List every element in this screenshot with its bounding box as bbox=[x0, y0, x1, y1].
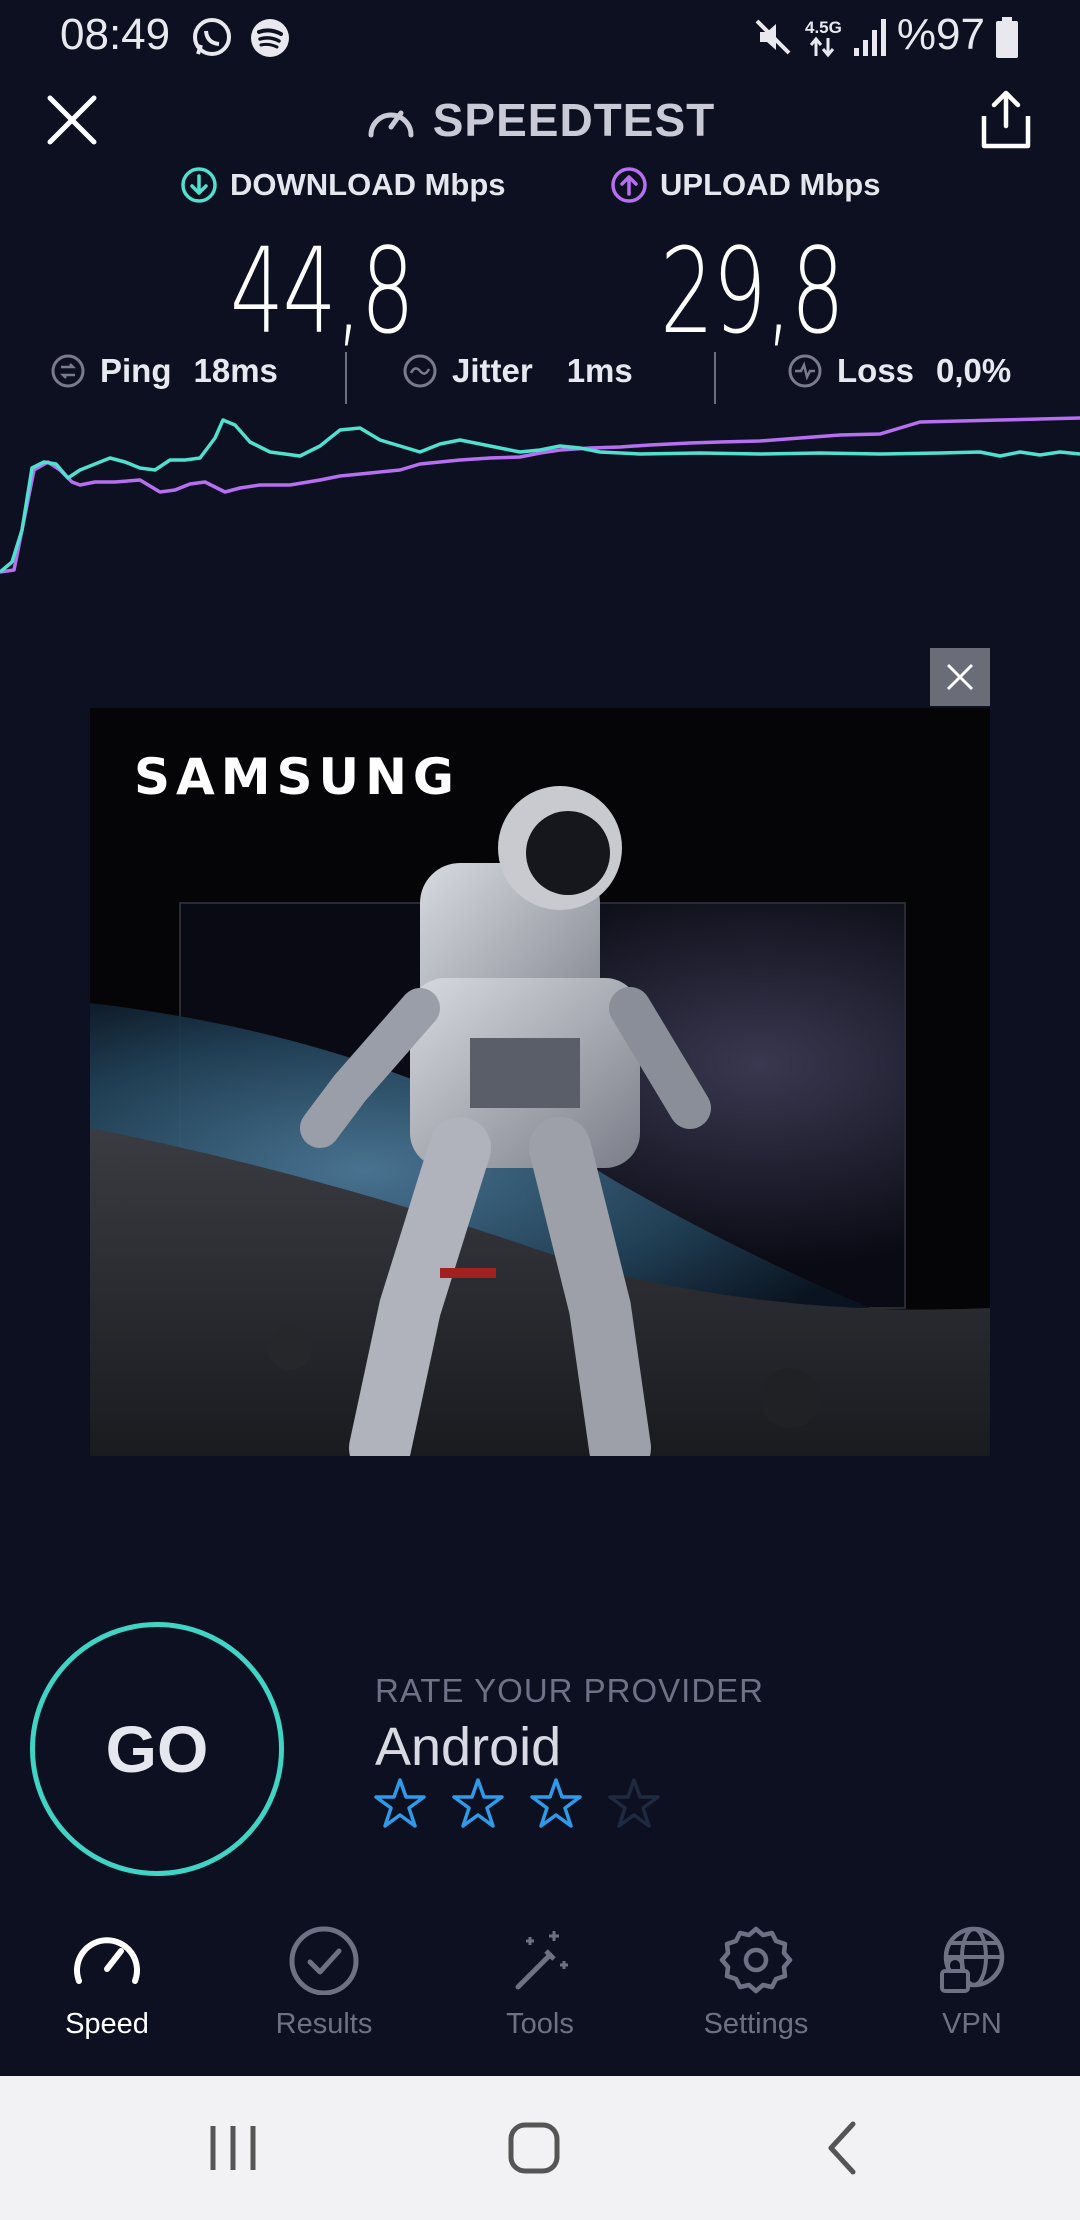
ad-close-button[interactable] bbox=[930, 648, 990, 706]
upload-arrow-icon bbox=[611, 167, 647, 203]
ping-icon bbox=[51, 354, 85, 388]
samsung-logo: SAMSUNG bbox=[134, 748, 460, 806]
star-icon[interactable] bbox=[606, 1776, 662, 1832]
upload-value: 29,8 bbox=[660, 222, 845, 360]
share-button[interactable] bbox=[976, 88, 1036, 152]
mute-icon bbox=[755, 19, 791, 55]
ping-value: 18ms bbox=[193, 352, 278, 389]
nav-vpn[interactable]: VPN bbox=[897, 1925, 1047, 2041]
download-value: 44,8 bbox=[230, 222, 415, 360]
star-icon[interactable] bbox=[372, 1776, 428, 1832]
ping-stat: Ping 18ms bbox=[50, 352, 278, 390]
jitter-stat: Jitter 1ms bbox=[402, 352, 633, 390]
checkmark-circle-icon bbox=[289, 1926, 359, 1996]
jitter-icon bbox=[403, 354, 437, 388]
download-label: DOWNLOAD Mbps bbox=[230, 167, 506, 202]
upload-label: UPLOAD Mbps bbox=[660, 167, 881, 202]
loss-stat: Loss 0,0% bbox=[787, 352, 1011, 390]
spotify-icon bbox=[251, 19, 289, 57]
back-button[interactable] bbox=[815, 2120, 871, 2176]
nav-results[interactable]: Results bbox=[249, 1925, 399, 2041]
home-button[interactable] bbox=[506, 2120, 562, 2176]
magic-wand-icon bbox=[515, 1931, 568, 1990]
jitter-value: 1ms bbox=[566, 352, 633, 389]
upload-line bbox=[0, 416, 1080, 574]
speedometer-logo-icon bbox=[368, 110, 414, 138]
signal-icon bbox=[854, 19, 886, 56]
star-icon[interactable] bbox=[450, 1776, 506, 1832]
nav-speed[interactable]: Speed bbox=[32, 1925, 182, 2041]
nav-tools[interactable]: Tools bbox=[465, 1925, 615, 2041]
loss-label: Loss bbox=[837, 352, 915, 389]
upload-header: UPLOAD Mbps bbox=[610, 166, 880, 204]
go-button[interactable]: GO bbox=[30, 1622, 284, 1876]
provider-name: Android bbox=[375, 1717, 562, 1777]
nav-vpn-label: VPN bbox=[942, 2008, 1002, 2040]
nav-speed-label: Speed bbox=[65, 2008, 149, 2040]
page-title: SPEEDTEST bbox=[432, 94, 716, 146]
recent-apps-button[interactable] bbox=[205, 2120, 261, 2176]
speedometer-icon bbox=[74, 1937, 140, 1984]
rate-provider-label: RATE YOUR PROVIDER bbox=[375, 1672, 765, 1709]
download-line bbox=[0, 418, 1080, 574]
download-arrow-icon bbox=[181, 167, 217, 203]
samsung-ad-banner[interactable]: SAMSUNG bbox=[90, 708, 990, 1456]
battery-icon bbox=[996, 17, 1018, 58]
loss-icon bbox=[788, 354, 822, 388]
nav-settings-label: Settings bbox=[703, 2008, 809, 2040]
whatsapp-icon bbox=[193, 18, 231, 56]
app-title-bar: SPEEDTEST bbox=[0, 88, 1080, 152]
gear-icon bbox=[719, 1926, 793, 1994]
battery-percent: %97 bbox=[896, 10, 985, 59]
system-nav-bar bbox=[0, 2076, 1080, 2220]
close-icon bbox=[946, 663, 974, 691]
rating-stars[interactable] bbox=[372, 1776, 662, 1832]
nav-results-label: Results bbox=[275, 2008, 373, 2040]
loss-value: 0,0% bbox=[936, 352, 1012, 389]
divider bbox=[345, 352, 347, 404]
download-header: DOWNLOAD Mbps bbox=[180, 166, 506, 204]
network-type: 4.5G bbox=[805, 18, 842, 37]
speed-graph bbox=[0, 416, 1080, 574]
star-icon[interactable] bbox=[528, 1776, 584, 1832]
status-time: 08:49 bbox=[60, 10, 171, 59]
divider bbox=[714, 352, 716, 404]
globe-lock-icon bbox=[940, 1926, 1005, 1993]
nav-tools-label: Tools bbox=[506, 2008, 574, 2040]
network-arrows-icon bbox=[809, 36, 835, 58]
nav-settings[interactable]: Settings bbox=[681, 1925, 831, 2041]
jitter-label: Jitter bbox=[452, 352, 533, 389]
status-bar: 08:49 4.5G %97 bbox=[0, 0, 1080, 80]
ping-label: Ping bbox=[100, 352, 172, 389]
astronaut-ad-image bbox=[90, 708, 990, 1456]
